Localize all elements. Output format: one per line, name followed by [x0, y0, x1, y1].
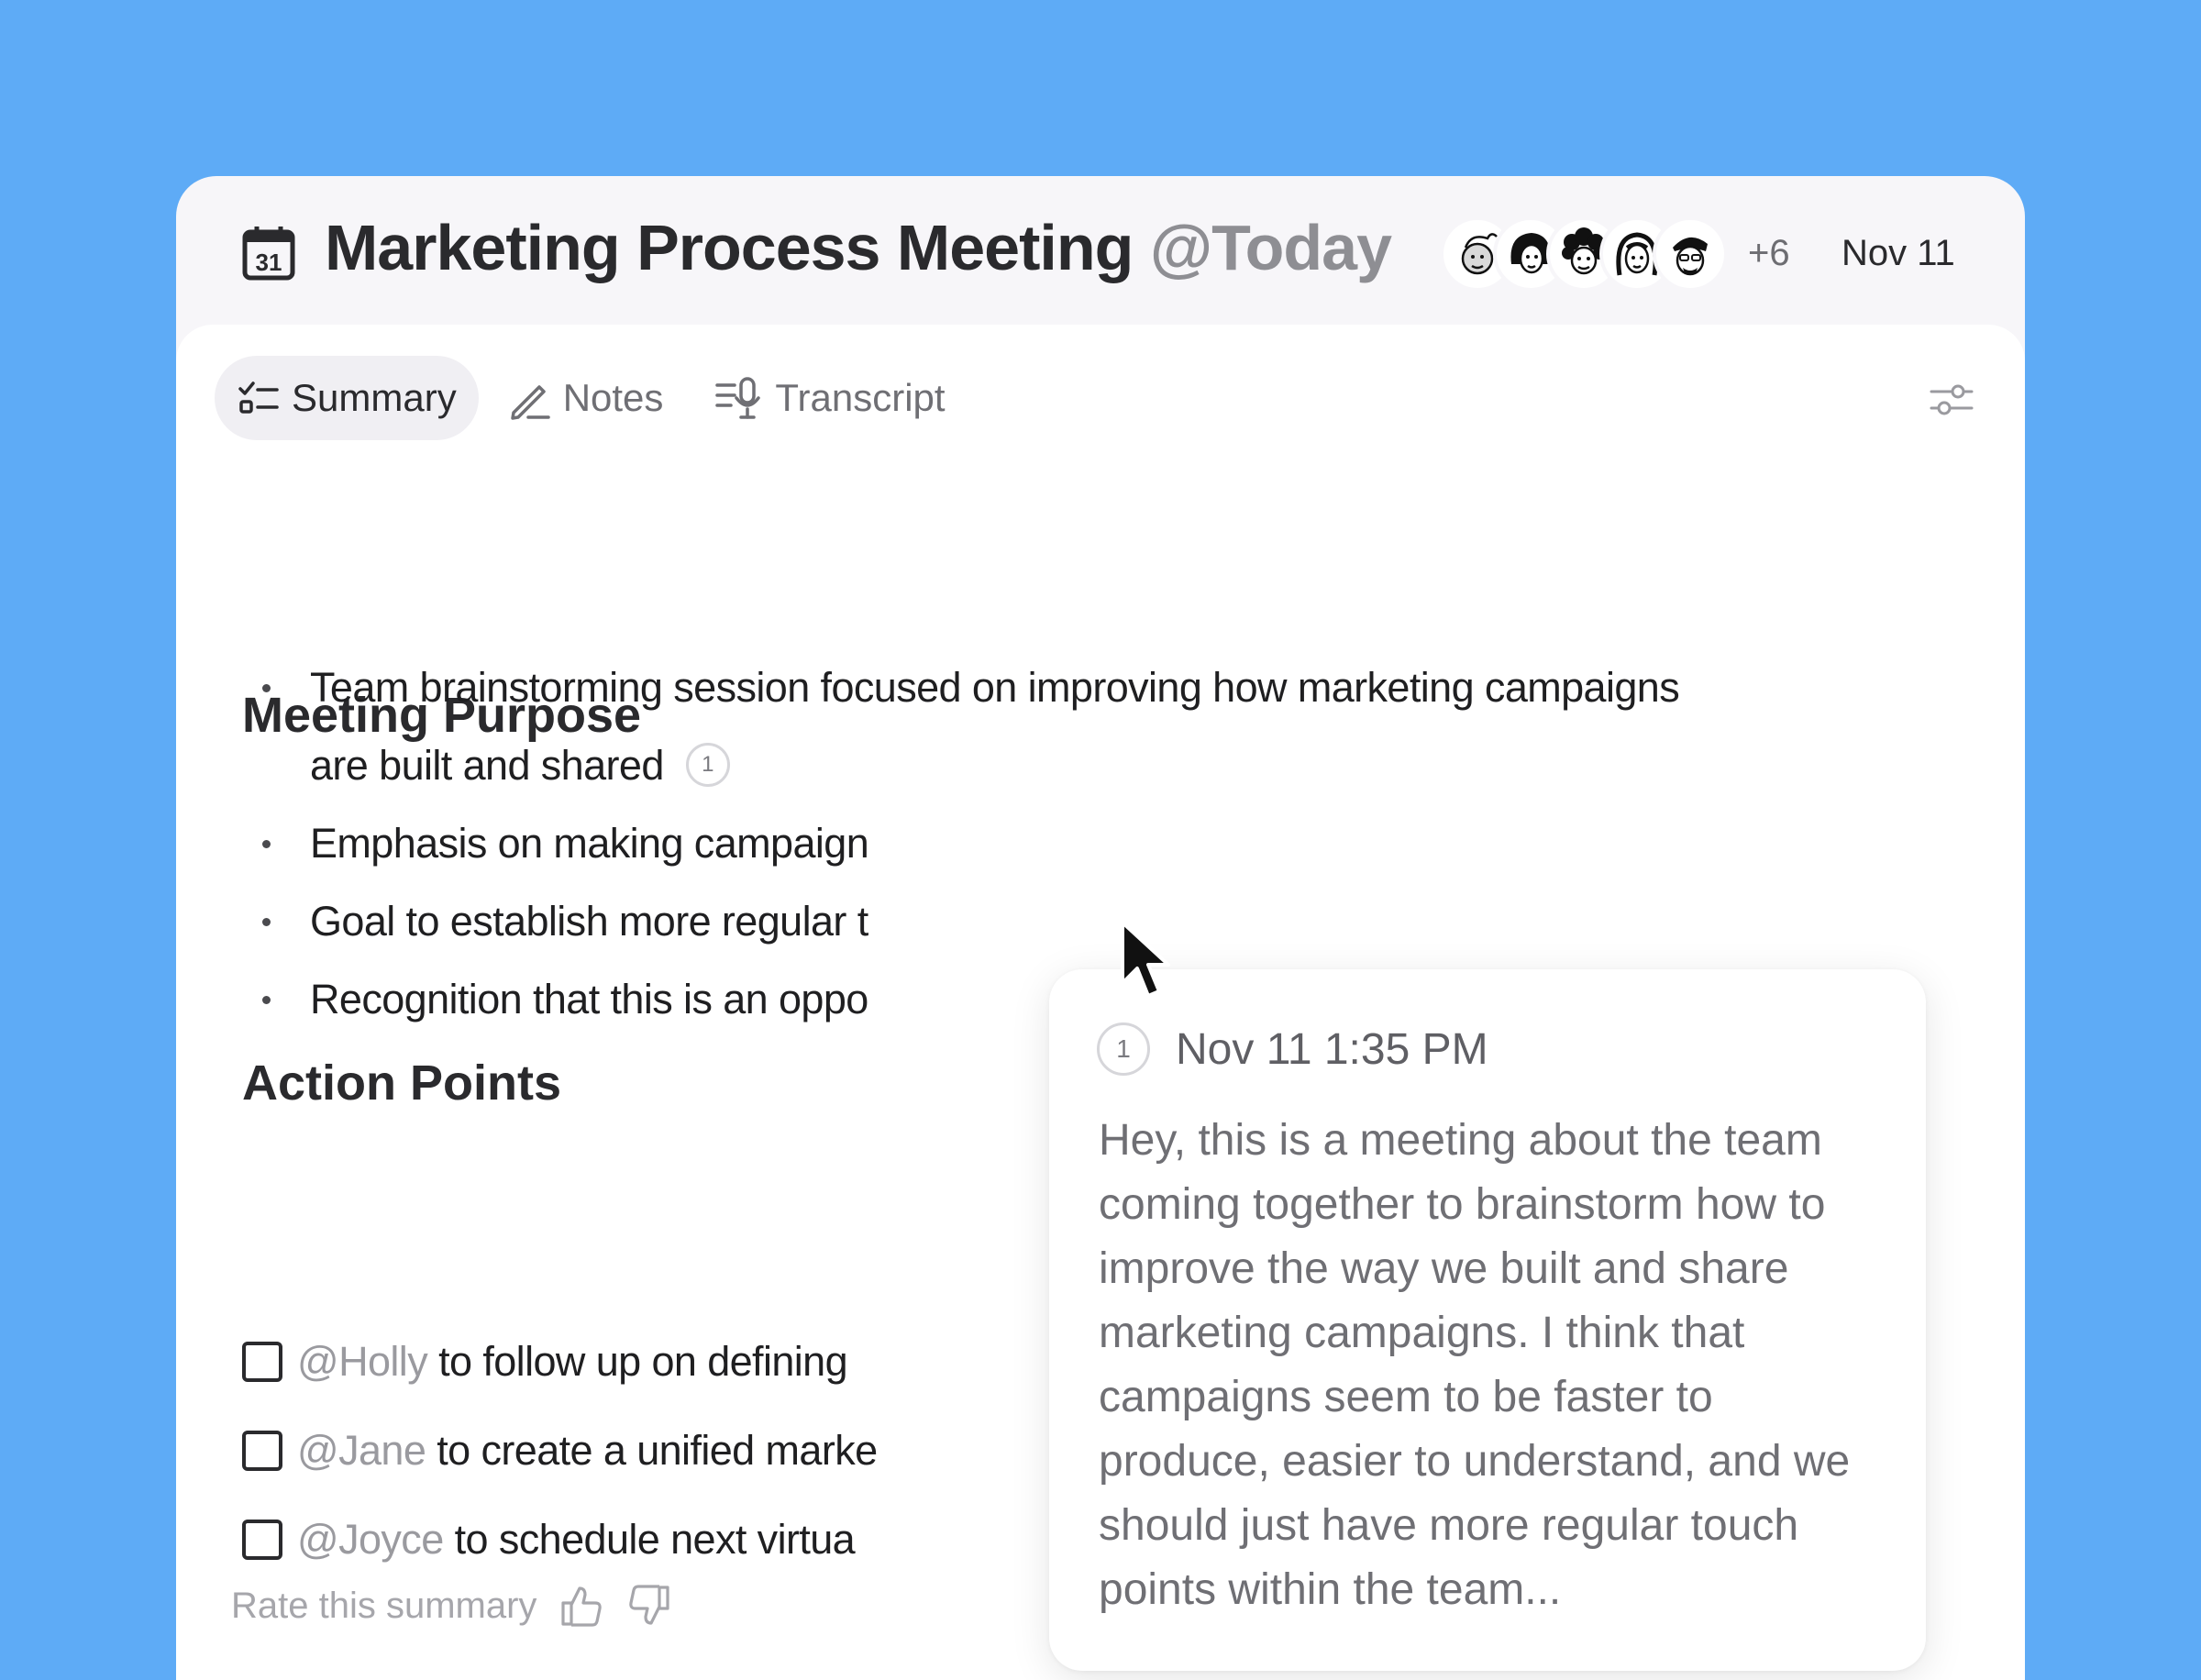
meeting-title: Marketing Process Meeting	[325, 212, 1134, 283]
action-points-heading: Action Points	[242, 1056, 561, 1111]
action-checkbox[interactable]	[242, 1430, 282, 1471]
thumbs-down-icon[interactable]	[626, 1583, 672, 1629]
participant-avatars[interactable]	[1440, 216, 1728, 292]
checklist-icon	[238, 381, 279, 414]
list-item-text: Recognition that this is an oppo	[310, 976, 868, 1022]
thumbs-up-icon[interactable]	[559, 1583, 604, 1629]
user-mention[interactable]: @Jane	[297, 1427, 426, 1475]
popover-header: 1 Nov 11 1:35 PM	[1097, 1022, 1488, 1076]
list-item-text: Team brainstorming session focused on im…	[310, 664, 1680, 789]
meeting-card: 31 Marketing Process Meeting @Today +6 N…	[176, 176, 2025, 1680]
action-item: @Jane to create a unified marke	[242, 1406, 878, 1495]
user-mention[interactable]: @Holly	[297, 1338, 428, 1386]
calendar-icon: 31	[242, 227, 295, 281]
calendar-day: 31	[256, 249, 282, 276]
rate-summary-row: Rate this summary	[231, 1583, 672, 1629]
mouse-cursor-icon	[1121, 921, 1170, 998]
action-text: to schedule next virtua	[454, 1515, 856, 1563]
user-mention[interactable]: @Joyce	[297, 1516, 444, 1564]
meeting-header: 31 Marketing Process Meeting @Today +6 N…	[176, 176, 2025, 325]
action-text: to create a unified marke	[437, 1426, 878, 1474]
citation-badge: 1	[1097, 1022, 1150, 1076]
meeting-date-tag: @Today	[1149, 212, 1392, 283]
transcript-mic-icon	[715, 377, 761, 419]
settings-sliders-icon[interactable]	[1930, 381, 1974, 418]
list-item: Goal to establish more regular t	[242, 882, 1709, 960]
more-participants-count[interactable]: +6	[1748, 233, 1790, 274]
action-checkbox[interactable]	[242, 1519, 282, 1560]
citation-badge[interactable]: 1	[685, 743, 730, 788]
transcript-timestamp: Nov 11 1:35 PM	[1176, 1024, 1488, 1074]
rate-summary-label: Rate this summary	[231, 1585, 537, 1626]
avatar[interactable]	[1653, 216, 1728, 292]
action-text: to follow up on defining	[438, 1337, 848, 1385]
action-points-list: @Holly to follow up on defining @Jane to…	[242, 1317, 878, 1584]
tab-summary-label: Summary	[292, 376, 457, 419]
tab-notes[interactable]: Notes	[486, 356, 686, 440]
tab-transcript-label: Transcript	[775, 376, 946, 419]
list-item-text: Goal to establish more regular t	[310, 898, 868, 945]
tab-summary[interactable]: Summary	[215, 356, 479, 440]
view-tabs: Summary Notes Transcript	[215, 356, 975, 440]
transcript-excerpt: Hey, this is a meeting about the team co…	[1099, 1116, 1851, 1614]
list-item: Team brainstorming session focused on im…	[242, 648, 1709, 804]
list-item-text: Emphasis on making campaign	[310, 820, 869, 867]
action-item: @Holly to follow up on defining	[242, 1317, 878, 1406]
tab-transcript[interactable]: Transcript	[692, 356, 967, 440]
action-item: @Joyce to schedule next virtua	[242, 1495, 878, 1584]
tab-notes-label: Notes	[562, 376, 664, 419]
transcript-citation-popover[interactable]: 1 Nov 11 1:35 PM Hey, this is a meeting …	[1049, 969, 1926, 1671]
meeting-date: Nov 11	[1842, 233, 1955, 273]
action-checkbox[interactable]	[242, 1341, 282, 1382]
list-item: Emphasis on making campaign	[242, 804, 1709, 882]
pen-icon	[510, 385, 550, 420]
page-title: Marketing Process Meeting @Today	[325, 211, 1392, 284]
